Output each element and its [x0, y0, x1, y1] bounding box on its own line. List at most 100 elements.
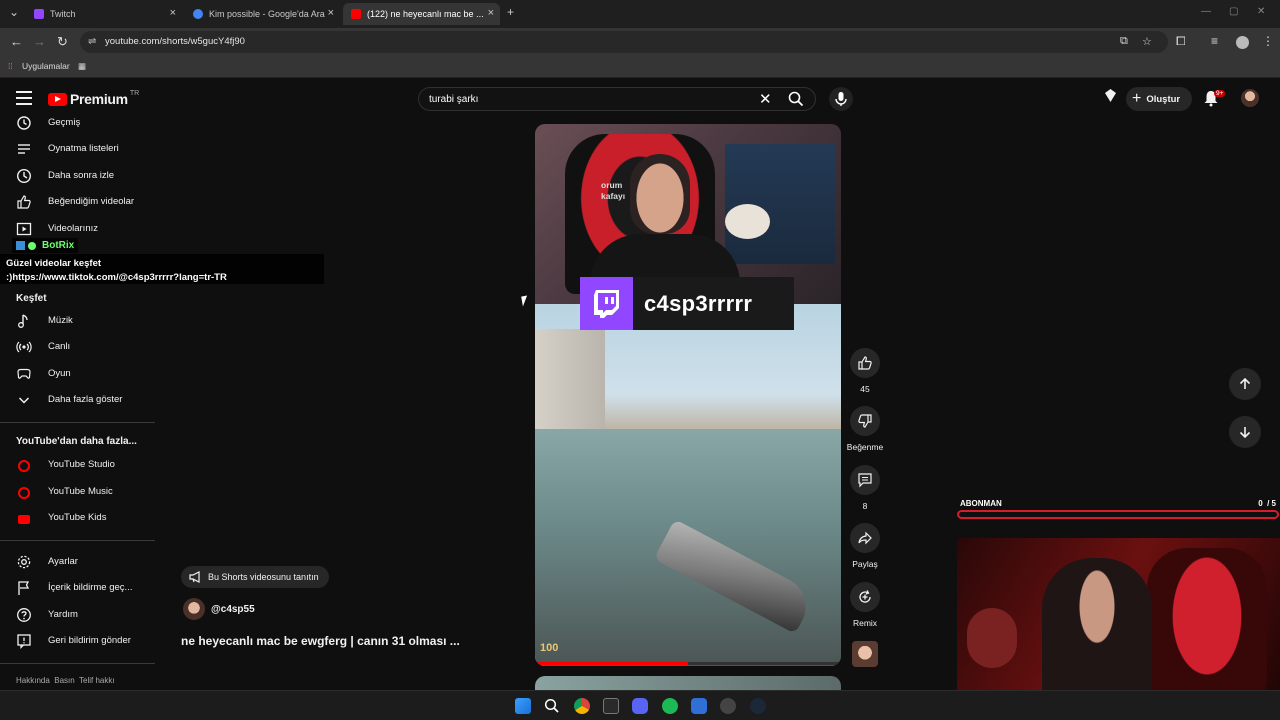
thumbs-up-icon: [858, 356, 872, 370]
sidebar-item-help[interactable]: Yardım: [0, 605, 155, 625]
obs-icon[interactable]: [720, 698, 736, 714]
create-button[interactable]: + Oluştur: [1126, 87, 1192, 111]
next-short-preview[interactable]: [535, 676, 841, 690]
promote-label: Bu Shorts videosunu tanıtın: [208, 572, 319, 582]
epic-games-icon[interactable]: [603, 698, 619, 714]
botrix-header: BotRix: [12, 238, 79, 253]
channel-handle[interactable]: @c4sp55: [211, 604, 255, 615]
search-icon[interactable]: [788, 91, 804, 107]
tab-twitch[interactable]: Twitch ×: [26, 3, 182, 25]
sound-avatar[interactable]: [852, 641, 878, 667]
channel-avatar[interactable]: [183, 598, 205, 620]
sidebar-item-music[interactable]: Müzik: [0, 311, 155, 331]
remix-button[interactable]: Remix: [844, 582, 886, 628]
live-icon: [16, 341, 32, 353]
media-icon[interactable]: ≡: [1211, 34, 1218, 48]
sidebar-item-label: YouTube Studio: [48, 459, 115, 470]
gaming-icon: [17, 368, 31, 379]
search-box[interactable]: turabi şarkı ✕: [418, 87, 816, 111]
chrome-icon[interactable]: [574, 698, 590, 714]
bookmarks-bar: ⁞⁞ Uygulamalar ▦: [0, 56, 1280, 78]
sidebar-item-report-history[interactable]: İçerik bildirme geç...: [0, 578, 155, 598]
sidebar-item-send-feedback[interactable]: Geri bildirim gönder: [0, 631, 155, 651]
close-icon[interactable]: ×: [488, 7, 494, 19]
voice-search-button[interactable]: [829, 87, 853, 111]
promote-short-button[interactable]: Bu Shorts videosunu tanıtın: [181, 566, 329, 588]
like-button[interactable]: 45: [844, 348, 886, 394]
omnibox[interactable]: ⇌ youtube.com/shorts/w5gucY4fj90 ⧉ ☆: [80, 31, 1168, 53]
sidebar-item-live[interactable]: Canlı: [0, 337, 155, 357]
botrix-line2: :)https://www.tiktok.com/@c4sp3rrrrr?lan…: [6, 272, 227, 283]
windows-start-icon[interactable]: [515, 698, 531, 714]
sidebar-item-youtube-studio[interactable]: YouTube Studio: [0, 455, 155, 475]
maximize-icon[interactable]: ▢: [1229, 6, 1238, 17]
bookmark-apps[interactable]: Uygulamalar: [22, 61, 70, 71]
channel-info[interactable]: @c4sp55: [183, 598, 255, 620]
next-short-button[interactable]: [1229, 416, 1261, 448]
url-text[interactable]: youtube.com/shorts/w5gucY4fj90: [105, 36, 245, 47]
gem-icon[interactable]: [1103, 88, 1118, 103]
history-icon: [17, 116, 31, 130]
profile-icon[interactable]: [1236, 36, 1249, 49]
share-button[interactable]: Paylaş: [844, 523, 886, 569]
video-progress-fill: [535, 662, 688, 665]
tab-youtube[interactable]: (122) ne heyecanlı mac be ... ×: [343, 3, 500, 25]
sidebar-item-history[interactable]: Geçmiş: [0, 113, 155, 133]
extensions-icon[interactable]: ⧠: [1176, 34, 1186, 49]
search-input[interactable]: turabi şarkı: [429, 94, 478, 105]
app-icon[interactable]: [691, 698, 707, 714]
new-tab-icon[interactable]: +: [507, 5, 514, 19]
bookmark-star-icon[interactable]: ☆: [1142, 35, 1152, 48]
tab-groups-icon[interactable]: ▦: [78, 61, 86, 72]
sidebar-item-show-more[interactable]: Daha fazla göster: [0, 390, 155, 410]
tab-search-icon[interactable]: ⌄: [9, 5, 19, 19]
botrix-line1: Güzel videolar keşfet: [6, 258, 102, 269]
comments-button[interactable]: 8: [844, 465, 886, 511]
window-close-icon[interactable]: ✕: [1257, 6, 1265, 17]
help-icon: [17, 608, 31, 622]
video-progress-bar[interactable]: [535, 662, 841, 665]
sidebar-item-youtube-music[interactable]: YouTube Music: [0, 482, 155, 502]
sidebar-item-label: Oynatma listeleri: [48, 143, 119, 154]
site-info-icon[interactable]: ⇌: [88, 36, 96, 47]
close-icon[interactable]: ×: [328, 7, 334, 19]
apps-grid-icon: ⁞⁞: [8, 61, 13, 71]
thumbs-down-icon: [858, 414, 872, 428]
shorts-video-player[interactable]: orum kafayı c4sp3rrrrr 100: [535, 124, 841, 666]
discord-icon[interactable]: [632, 698, 648, 714]
sidebar-footer-links[interactable]: Hakkında Basın Telif hakkı: [16, 676, 115, 685]
steam-icon[interactable]: [750, 698, 766, 714]
sidebar-item-label: Canlı: [48, 341, 71, 352]
hamburger-menu-icon[interactable]: [16, 91, 32, 105]
back-icon[interactable]: ←: [10, 34, 23, 49]
previous-short-button[interactable]: [1229, 368, 1261, 400]
forward-icon[interactable]: →: [33, 34, 46, 49]
clear-search-icon[interactable]: ✕: [759, 90, 772, 108]
video-title[interactable]: ne heyecanlı mac be ewgferg | canın 31 o…: [181, 634, 460, 648]
sidebar-item-label: Geçmiş: [48, 117, 81, 128]
like-count: 45: [860, 384, 870, 394]
youtube-music-icon: [18, 487, 30, 499]
spotify-icon[interactable]: [662, 698, 678, 714]
tab-google[interactable]: Kim possible - Google'da Ara ×: [185, 3, 340, 25]
sidebar-item-gaming[interactable]: Oyun: [0, 364, 155, 384]
sidebar-item-settings[interactable]: Ayarlar: [0, 552, 155, 572]
install-icon[interactable]: ⧉: [1120, 35, 1128, 48]
avatar[interactable]: [1241, 89, 1259, 107]
sidebar-item-label: İçerik bildirme geç...: [48, 582, 133, 593]
sidebar-item-label: YouTube Kids: [48, 512, 107, 523]
sidebar-item-label: Beğendiğim videolar: [48, 196, 135, 207]
sidebar-item-watch-later[interactable]: Daha sonra izle: [0, 166, 155, 186]
sidebar-item-youtube-kids[interactable]: YouTube Kids: [0, 508, 155, 528]
sidebar-item-your-videos[interactable]: Videolarınız: [0, 219, 155, 239]
dislike-button[interactable]: Beğenme: [844, 406, 886, 452]
sidebar-item-liked-videos[interactable]: Beğendiğim videolar: [0, 192, 155, 212]
sidebar-item-playlists[interactable]: Oynatma listeleri: [0, 139, 155, 159]
search-icon[interactable]: [544, 698, 560, 714]
share-label: Paylaş: [852, 559, 878, 569]
minimize-icon[interactable]: —: [1201, 6, 1211, 17]
menu-dots-icon[interactable]: ⋮: [1262, 34, 1274, 48]
youtube-premium-logo[interactable]: Premium TR: [48, 90, 139, 107]
close-icon[interactable]: ×: [170, 7, 176, 19]
reload-icon[interactable]: ↻: [57, 34, 68, 50]
